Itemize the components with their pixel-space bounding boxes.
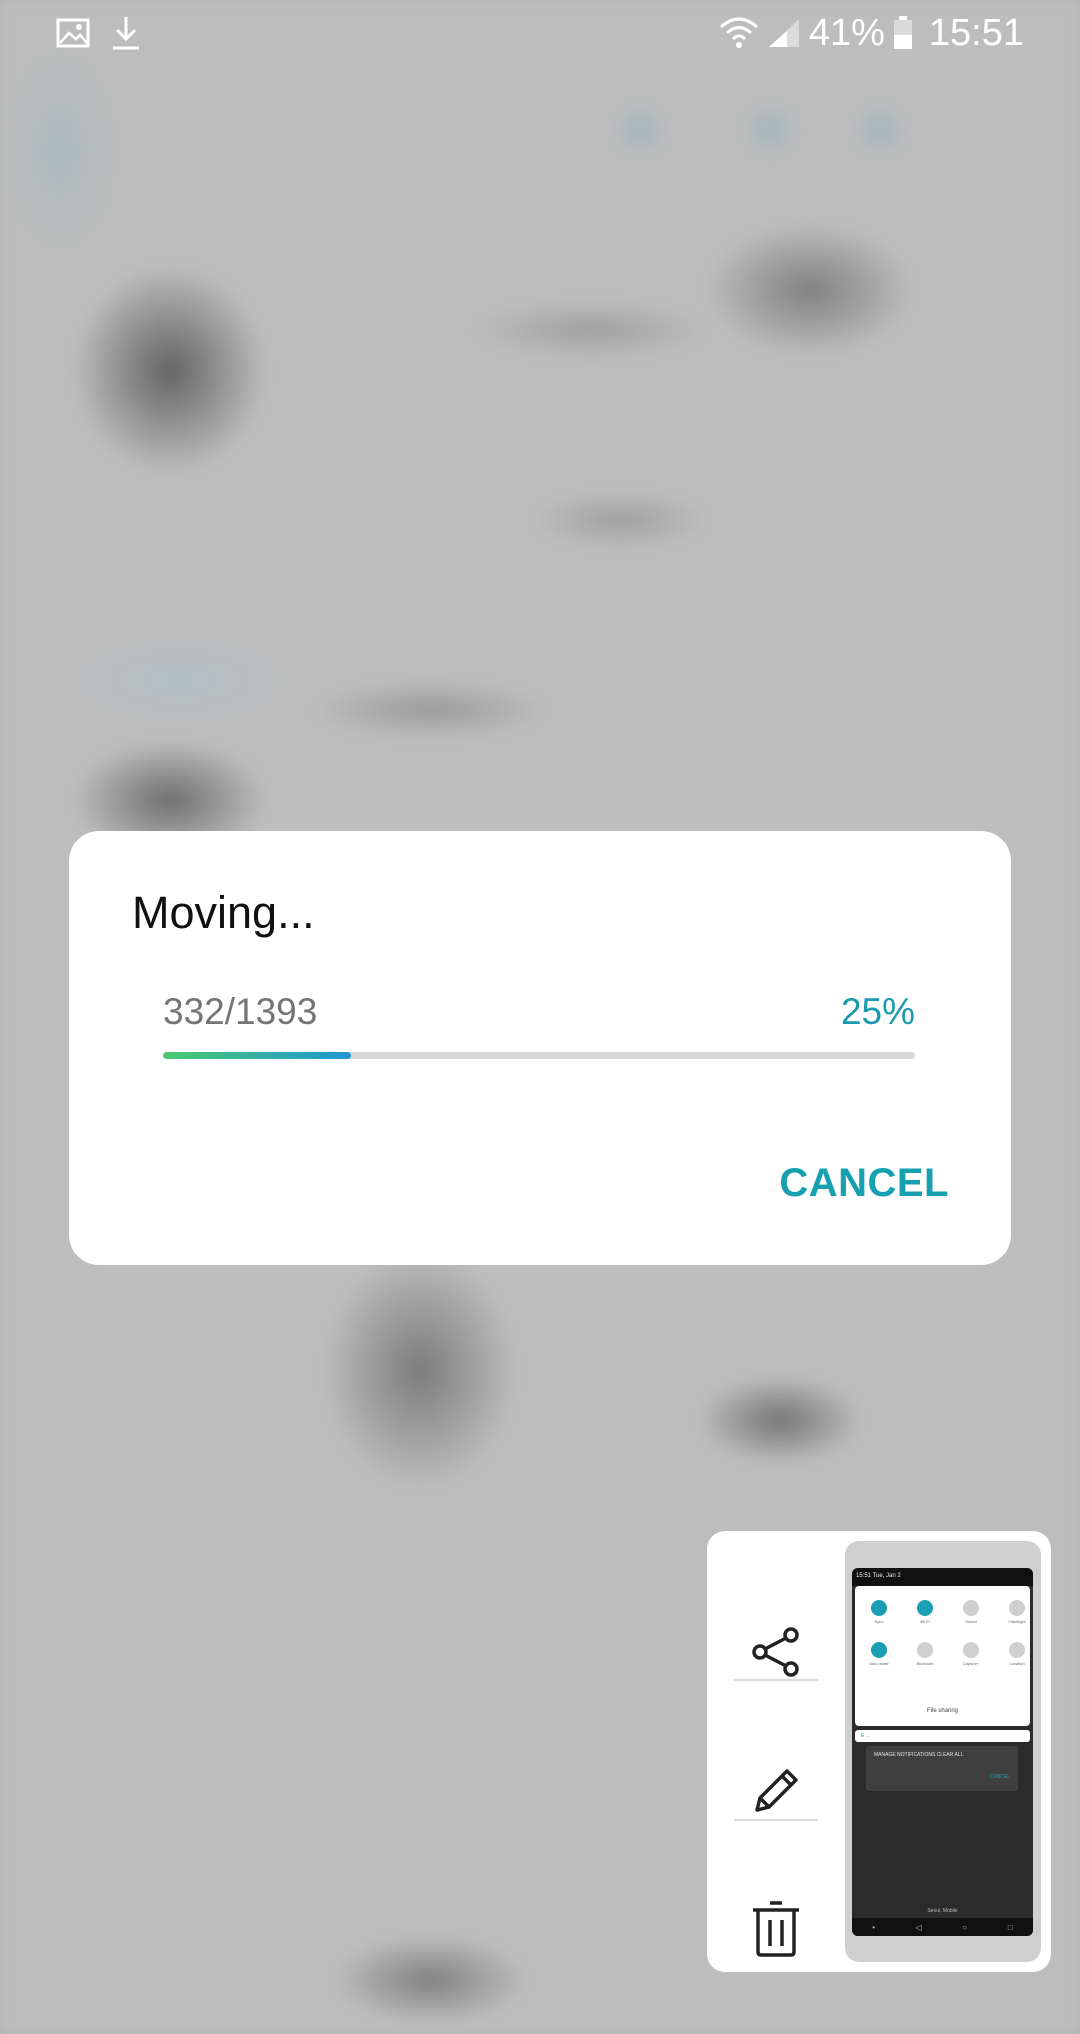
- thumbnail-tile: [1009, 1600, 1025, 1616]
- thumbnail-dialog: MANAGE NOTIFICATIONS CLEAR ALL CANCEL: [866, 1746, 1018, 1791]
- delete-icon: [750, 1900, 802, 1963]
- thumbnail-navbar: • ◁ ○ □: [852, 1918, 1033, 1936]
- divider: [734, 1819, 818, 1821]
- thumbnail-notification: E ...: [855, 1730, 1030, 1742]
- thumbnail-dialog-cancel: CANCEL: [989, 1774, 1010, 1780]
- thumbnail-tile: [963, 1642, 979, 1658]
- thumbnail-nav-home-icon: ○: [962, 1922, 968, 1932]
- cell-signal-icon: [767, 17, 801, 49]
- status-bar: 41% 15:51: [0, 0, 1080, 66]
- thumbnail-bottom-text: Seoul, Mobile: [927, 1908, 958, 1914]
- edit-icon: [747, 1762, 805, 1825]
- wifi-icon: [719, 17, 759, 49]
- battery-icon: [893, 16, 913, 50]
- thumbnail-nav-back-icon: ◁: [915, 1922, 922, 1932]
- progress-count: 332/1393: [163, 991, 318, 1032]
- cancel-button[interactable]: CANCEL: [779, 1161, 949, 1206]
- thumbnail-tile-label: Bluetooth: [916, 1661, 934, 1666]
- thumbnail-tile-label: Flashlight: [1008, 1619, 1026, 1624]
- thumbnail-status-text: 15:51 Tue, Jan 2: [852, 1568, 1033, 1586]
- thumbnail-tile-label: Auto rotate: [869, 1661, 889, 1666]
- download-icon: [110, 15, 142, 51]
- thumbnail-tile-label: Location: [1009, 1661, 1025, 1666]
- share-button[interactable]: [732, 1610, 820, 1698]
- battery-percent: 41%: [808, 11, 885, 54]
- thumbnail-tile: [871, 1600, 887, 1616]
- screenshot-preview-panel: 15:51 Tue, Jan 2 Sync Wi-Fi Sound Flashl…: [707, 1531, 1051, 1972]
- gallery-icon: [56, 18, 90, 48]
- thumbnail-nav-dot: •: [872, 1922, 876, 1932]
- thumbnail-tile: [1009, 1642, 1025, 1658]
- moving-dialog: Moving... 332/1393 25% CANCEL: [69, 831, 1011, 1265]
- thumbnail-tile-label: Sound: [965, 1619, 977, 1624]
- screenshot-thumbnail[interactable]: 15:51 Tue, Jan 2 Sync Wi-Fi Sound Flashl…: [845, 1541, 1041, 1962]
- progress-bar-fill: [163, 1052, 351, 1059]
- thumbnail-tile: [917, 1642, 933, 1658]
- delete-button[interactable]: [732, 1887, 820, 1975]
- clock: 15:51: [928, 11, 1024, 54]
- thumbnail-tile: [871, 1642, 887, 1658]
- thumbnail-quick-settings: Sync Wi-Fi Sound Flashlight Auto rotate …: [855, 1586, 1030, 1726]
- share-icon: [748, 1624, 804, 1685]
- thumbnail-nav-recents-icon: □: [1007, 1922, 1013, 1932]
- thumbnail-qs-footer: File sharing: [927, 1708, 959, 1714]
- progress-percent: 25%: [840, 991, 915, 1032]
- thumbnail-tile-label: Capture+: [962, 1661, 980, 1666]
- divider: [734, 1679, 818, 1681]
- screenshot-actions: [707, 1531, 845, 1972]
- dialog-title: Moving...: [132, 887, 315, 938]
- thumbnail-screen: 15:51 Tue, Jan 2 Sync Wi-Fi Sound Flashl…: [852, 1568, 1033, 1936]
- thumbnail-tile: [963, 1600, 979, 1616]
- thumbnail-tile-label: Wi-Fi: [920, 1619, 930, 1624]
- edit-button[interactable]: [732, 1749, 820, 1837]
- thumbnail-dialog-text: MANAGE NOTIFICATIONS CLEAR ALL: [874, 1752, 964, 1758]
- progress-bar: [163, 1052, 915, 1059]
- thumbnail-tile-label: Sync: [874, 1619, 884, 1624]
- thumbnail-tile: [917, 1600, 933, 1616]
